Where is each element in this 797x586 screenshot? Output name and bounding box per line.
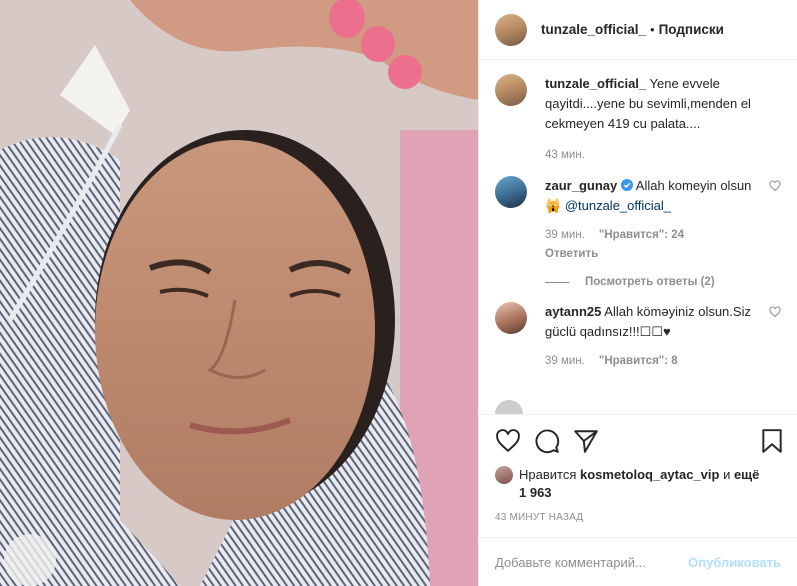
view-replies-line	[545, 281, 569, 283]
comment-item: zaur_gunay Allah komeyin olsun 🙀 @tunzal…	[495, 176, 781, 264]
bookmark-icon[interactable]	[759, 428, 785, 454]
share-icon[interactable]	[573, 428, 599, 454]
likes-summary: Нравится kosmetoloq_aytac_vip и ещё 1 96…	[479, 466, 797, 502]
view-replies-label: Посмотреть ответы (2)	[585, 276, 715, 288]
following-button[interactable]: Подписки	[659, 22, 724, 37]
small-heart-icon[interactable]	[769, 306, 781, 318]
publish-button[interactable]: Опубликовать	[688, 555, 781, 570]
caption-avatar[interactable]	[495, 74, 527, 106]
comment-likes[interactable]: "Нравится": 24	[599, 228, 684, 242]
commenter-username[interactable]: zaur_gunay	[545, 178, 617, 193]
likes-middle: и	[719, 467, 734, 482]
post-side-panel: tunzale_official_ • Подписки tunzale_off…	[478, 0, 797, 586]
post-dialog: tunzale_official_ • Подписки tunzale_off…	[0, 0, 797, 586]
verified-icon	[620, 179, 633, 191]
post-timestamp[interactable]: 43 МИНУТ НАЗАД	[479, 502, 797, 537]
comment-icon[interactable]	[534, 428, 560, 454]
comment-time[interactable]: 39 мин.	[545, 228, 585, 242]
selfie-image	[0, 0, 478, 586]
next-comment-avatar	[495, 400, 523, 414]
action-bar	[479, 414, 797, 466]
caption-username[interactable]: tunzale_official_	[545, 76, 646, 91]
add-comment-bar: Опубликовать	[479, 537, 797, 586]
small-heart-icon[interactable]	[769, 180, 781, 192]
commenter-avatar[interactable]	[495, 176, 527, 208]
caption: tunzale_official_ Yene evvele qayitdi...…	[495, 74, 781, 162]
view-replies-button[interactable]: Посмотреть ответы (2)	[545, 276, 781, 288]
reply-button[interactable]: Ответить	[545, 244, 761, 264]
commenter-username[interactable]: aytann25	[545, 304, 601, 319]
post-header: tunzale_official_ • Подписки	[479, 0, 797, 60]
caption-time[interactable]: 43 мин.	[545, 148, 585, 162]
comments-list[interactable]: tunzale_official_ Yene evvele qayitdi...…	[479, 60, 797, 414]
liker-avatar[interactable]	[495, 466, 513, 484]
author-avatar[interactable]	[495, 13, 527, 46]
comment-item: aytann25 Allah kömәyiniz olsun.Siz güclü…	[495, 302, 781, 368]
commenter-avatar[interactable]	[495, 302, 527, 334]
post-photo[interactable]	[0, 0, 478, 586]
comment-time[interactable]: 39 мин.	[545, 354, 585, 368]
heart-icon[interactable]	[495, 428, 521, 454]
comment-mention[interactable]: @tunzale_official_	[565, 198, 671, 213]
separator-dot: •	[650, 22, 655, 37]
author-username[interactable]: tunzale_official_	[541, 22, 646, 37]
comment-input[interactable]	[495, 554, 689, 570]
liker-username[interactable]: kosmetoloq_aytac_vip	[580, 467, 719, 482]
comment-likes[interactable]: "Нравится": 8	[599, 354, 678, 368]
likes-prefix: Нравится	[519, 467, 577, 482]
